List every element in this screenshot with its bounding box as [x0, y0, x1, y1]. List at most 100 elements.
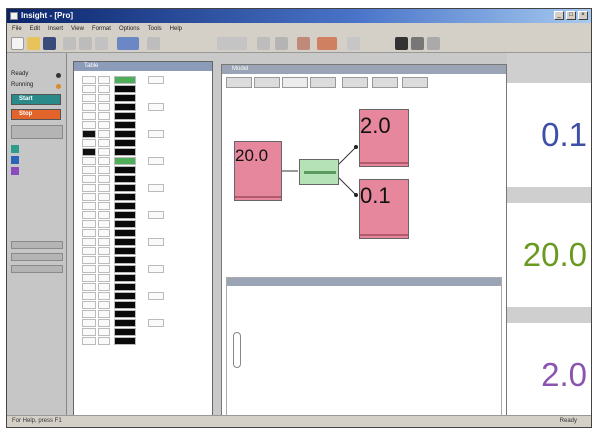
grid-cell[interactable]	[82, 238, 96, 246]
grid-cell[interactable]	[82, 265, 96, 273]
ready-item[interactable]: Ready	[11, 71, 63, 80]
grid-cell[interactable]	[114, 220, 136, 228]
grid-cell[interactable]	[82, 157, 96, 165]
grid-cell[interactable]	[98, 265, 110, 273]
grid-cell[interactable]	[114, 193, 136, 201]
stop-button[interactable]: Stop	[11, 109, 61, 120]
grid-cell[interactable]	[148, 211, 164, 219]
running-item[interactable]: Running	[11, 82, 63, 91]
grid-cell[interactable]	[82, 256, 96, 264]
grid-cell[interactable]	[114, 139, 136, 147]
grid-cell[interactable]	[114, 94, 136, 102]
grid-cell[interactable]	[98, 337, 110, 345]
menu-options[interactable]: Options	[119, 26, 140, 32]
stop-icon[interactable]	[317, 37, 337, 50]
color-swatch-blue[interactable]	[11, 156, 19, 164]
grid-cell[interactable]	[98, 211, 110, 219]
grid-cell[interactable]	[98, 85, 110, 93]
table-icon[interactable]	[275, 37, 288, 50]
grid-cell[interactable]	[114, 238, 136, 246]
grid-cell[interactable]	[114, 166, 136, 174]
grid-cell[interactable]	[82, 292, 96, 300]
grid-cell[interactable]	[114, 103, 136, 111]
grid-cell[interactable]	[98, 328, 110, 336]
grid-cell[interactable]	[114, 274, 136, 282]
grid-cell[interactable]	[82, 220, 96, 228]
grid-cell[interactable]	[114, 157, 136, 165]
grid-cell[interactable]	[98, 283, 110, 291]
zoom-icon[interactable]	[217, 37, 247, 50]
grid-cell[interactable]	[82, 139, 96, 147]
menu-insert[interactable]: Insert	[48, 26, 63, 32]
grid-cell[interactable]	[98, 184, 110, 192]
source-block[interactable]: 20.0	[234, 141, 282, 201]
print-icon[interactable]	[395, 37, 408, 50]
grid-cell[interactable]	[98, 256, 110, 264]
grid-cell[interactable]	[82, 247, 96, 255]
menu-help[interactable]: Help	[170, 26, 182, 32]
open-folder-icon[interactable]	[27, 37, 40, 50]
chart-icon[interactable]	[257, 37, 270, 50]
slider-track-2[interactable]	[11, 253, 63, 261]
menu-tools[interactable]: Tools	[148, 26, 162, 32]
menu-file[interactable]: File	[12, 26, 22, 32]
menu-edit[interactable]: Edit	[30, 26, 40, 32]
align-icon[interactable]	[147, 37, 160, 50]
function-block[interactable]	[299, 159, 339, 185]
output-pane-handle[interactable]	[233, 332, 241, 368]
grid-cell[interactable]	[98, 319, 110, 327]
grid-cell[interactable]	[82, 229, 96, 237]
grid-cell[interactable]	[82, 94, 96, 102]
grid-cell[interactable]	[114, 292, 136, 300]
bottom-output-block[interactable]: 0.1	[359, 179, 409, 239]
grid-cell[interactable]	[98, 220, 110, 228]
grid-cell[interactable]	[98, 148, 110, 156]
grid-cell[interactable]	[98, 310, 110, 318]
grid-cell[interactable]	[114, 148, 136, 156]
grid-cell[interactable]	[148, 292, 164, 300]
start-button[interactable]: Start	[11, 94, 61, 105]
grid-cell[interactable]	[82, 328, 96, 336]
grid-cell[interactable]	[98, 292, 110, 300]
top-output-block[interactable]: 2.0	[359, 109, 409, 167]
grid-cell[interactable]	[148, 319, 164, 327]
panel-icon[interactable]	[347, 37, 360, 50]
grid-cell[interactable]	[114, 256, 136, 264]
grid-cell[interactable]	[114, 229, 136, 237]
grid-cell[interactable]	[98, 274, 110, 282]
grid-cell[interactable]	[114, 328, 136, 336]
settings-icon[interactable]	[411, 37, 424, 50]
grid-cell[interactable]	[114, 310, 136, 318]
grid-cell[interactable]	[82, 112, 96, 120]
grid-cell[interactable]	[98, 229, 110, 237]
grid-cell[interactable]	[114, 130, 136, 138]
grid-cell[interactable]	[98, 166, 110, 174]
grid-cell[interactable]	[82, 121, 96, 129]
grid-cell[interactable]	[82, 130, 96, 138]
grid-cell[interactable]	[82, 301, 96, 309]
grid-cell[interactable]	[114, 283, 136, 291]
grid-cell[interactable]	[114, 175, 136, 183]
grid-cell[interactable]	[114, 319, 136, 327]
grid-cell[interactable]	[82, 310, 96, 318]
table-window-titlebar[interactable]: Table	[74, 62, 212, 71]
grid-cell[interactable]	[82, 274, 96, 282]
color-swatch-purple[interactable]	[11, 167, 19, 175]
data-grid[interactable]	[82, 76, 166, 360]
grid-cell[interactable]	[82, 319, 96, 327]
maximize-button[interactable]: □	[566, 11, 576, 20]
grid-cell[interactable]	[98, 247, 110, 255]
output-pane[interactable]	[226, 277, 502, 417]
grid-cell[interactable]	[114, 121, 136, 129]
grid-cell[interactable]	[82, 85, 96, 93]
grid-cell[interactable]	[98, 202, 110, 210]
grid-cell[interactable]	[98, 103, 110, 111]
grid-cell[interactable]	[148, 76, 164, 84]
grid-cell[interactable]	[148, 238, 164, 246]
title-bar[interactable]: Insight - [Pro] _ □ ×	[7, 9, 591, 23]
slider-track[interactable]	[11, 241, 63, 249]
grid-cell[interactable]	[98, 301, 110, 309]
grid-cell[interactable]	[98, 130, 110, 138]
grid-cell[interactable]	[82, 76, 96, 84]
cut-icon[interactable]	[63, 37, 76, 50]
